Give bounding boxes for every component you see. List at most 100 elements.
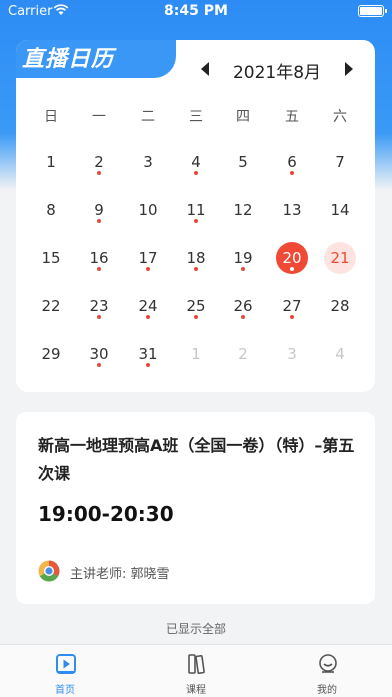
- day-number: 26: [233, 297, 253, 315]
- calendar-day-selected[interactable]: 20: [268, 242, 316, 278]
- calendar-day[interactable]: 25: [172, 290, 220, 326]
- lesson-title: 新高一地理预高A班（全国一卷）（特）–第五次课: [38, 436, 355, 483]
- day-number: 19: [233, 249, 253, 267]
- day-number: 1: [46, 153, 56, 171]
- teacher-name: 主讲老师: 郭晓雪: [70, 567, 170, 582]
- battery-icon: [358, 5, 387, 17]
- weekday-label: 五: [285, 109, 299, 125]
- calendar-day[interactable]: 11: [172, 194, 220, 230]
- calendar-day[interactable]: 6: [268, 146, 316, 182]
- prev-month-button[interactable]: [198, 60, 214, 78]
- day-number: 23: [89, 297, 109, 315]
- day-number: 2: [238, 345, 248, 363]
- day-number: 12: [233, 201, 253, 219]
- day-number: 7: [335, 153, 345, 171]
- day-number: 4: [191, 153, 201, 171]
- calendar-day[interactable]: 23: [75, 290, 123, 326]
- calendar-day[interactable]: 3: [268, 338, 316, 374]
- next-month-button[interactable]: [340, 60, 356, 78]
- calendar-day[interactable]: 4: [316, 338, 364, 374]
- tab-courses[interactable]: 课程: [131, 645, 261, 697]
- calendar-day[interactable]: 26: [219, 290, 267, 326]
- calendar-day[interactable]: 28: [316, 290, 364, 326]
- day-number: 21: [330, 249, 350, 267]
- calendar-day[interactable]: 30: [75, 338, 123, 374]
- day-number: 15: [41, 249, 61, 267]
- tab-home[interactable]: 首页: [0, 645, 130, 697]
- calendar-day[interactable]: 10: [124, 194, 172, 230]
- calendar-day[interactable]: 18: [172, 242, 220, 278]
- end-of-list-note: 已显示全部: [165, 622, 226, 636]
- day-number: 25: [186, 297, 206, 315]
- event-dot: [290, 267, 294, 271]
- lesson-card[interactable]: 新高一地理预高A班（全国一卷）（特）–第五次课 19:00-20:30 主讲老师…: [16, 412, 375, 604]
- calendar-day[interactable]: 12: [219, 194, 267, 230]
- status-bar: Carrier 8:45 PM: [0, 0, 392, 24]
- day-number: 22: [41, 297, 61, 315]
- calendar-day[interactable]: 4: [172, 146, 220, 182]
- day-number: 16: [89, 249, 109, 267]
- day-number: 3: [287, 345, 297, 363]
- tab-profile-label: 我的: [317, 685, 337, 696]
- day-number: 1: [191, 345, 201, 363]
- day-number: 3: [143, 153, 153, 171]
- weekday-label: 三: [189, 109, 203, 125]
- calendar-day[interactable]: 31: [124, 338, 172, 374]
- event-dot: [194, 267, 198, 271]
- event-dot: [97, 219, 101, 223]
- day-number: 2: [94, 153, 104, 171]
- weekday-label: 二: [141, 109, 155, 125]
- calendar-day[interactable]: 2: [219, 338, 267, 374]
- event-dot: [194, 219, 198, 223]
- calendar-day[interactable]: 8: [27, 194, 75, 230]
- calendar-day[interactable]: 15: [27, 242, 75, 278]
- weekday-label: 六: [333, 109, 347, 125]
- calendar-day[interactable]: 19: [219, 242, 267, 278]
- day-number: 4: [335, 345, 345, 363]
- day-number: 14: [330, 201, 350, 219]
- month-navigator: 2021年8月: [198, 58, 356, 83]
- calendar-day[interactable]: 9: [75, 194, 123, 230]
- event-dot: [146, 363, 150, 367]
- calendar-day[interactable]: 5: [219, 146, 267, 182]
- day-number: 30: [89, 345, 109, 363]
- play-icon: [56, 654, 76, 674]
- calendar-day[interactable]: 22: [27, 290, 75, 326]
- calendar-day[interactable]: 13: [268, 194, 316, 230]
- day-number: 24: [138, 297, 158, 315]
- profile-icon: [319, 654, 337, 673]
- calendar-day[interactable]: 24: [124, 290, 172, 326]
- lesson-time: 19:00-20:30: [38, 502, 174, 526]
- calendar-day[interactable]: 29: [27, 338, 75, 374]
- event-dot: [97, 171, 101, 175]
- day-number: 10: [138, 201, 158, 219]
- status-time: 8:45 PM: [164, 3, 228, 19]
- day-number: 9: [94, 201, 104, 219]
- calendar-day[interactable]: 16: [75, 242, 123, 278]
- calendar-day[interactable]: 3: [124, 146, 172, 182]
- day-number: 20: [282, 249, 302, 267]
- page-title: 直播日历: [22, 47, 115, 72]
- tab-profile[interactable]: 我的: [262, 645, 392, 697]
- tab-courses-label: 课程: [186, 685, 206, 696]
- calendar-day[interactable]: 1: [27, 146, 75, 182]
- calendar-day[interactable]: 1: [172, 338, 220, 374]
- event-dot: [97, 315, 101, 319]
- calendar-day[interactable]: 27: [268, 290, 316, 326]
- calendar-day-today[interactable]: 21: [316, 242, 364, 278]
- event-dot: [194, 315, 198, 319]
- day-number: 27: [282, 297, 302, 315]
- teacher-avatar: [38, 560, 60, 582]
- day-number: 29: [41, 345, 61, 363]
- calendar-day[interactable]: 2: [75, 146, 123, 182]
- event-dot: [146, 315, 150, 319]
- event-dot: [241, 267, 245, 271]
- calendar-day[interactable]: 7: [316, 146, 364, 182]
- event-dot: [97, 267, 101, 271]
- weekday-label: 日: [44, 109, 58, 125]
- books-icon: [188, 654, 205, 675]
- day-number: 6: [287, 153, 297, 171]
- calendar-day[interactable]: 14: [316, 194, 364, 230]
- day-number: 17: [138, 249, 158, 267]
- calendar-day[interactable]: 17: [124, 242, 172, 278]
